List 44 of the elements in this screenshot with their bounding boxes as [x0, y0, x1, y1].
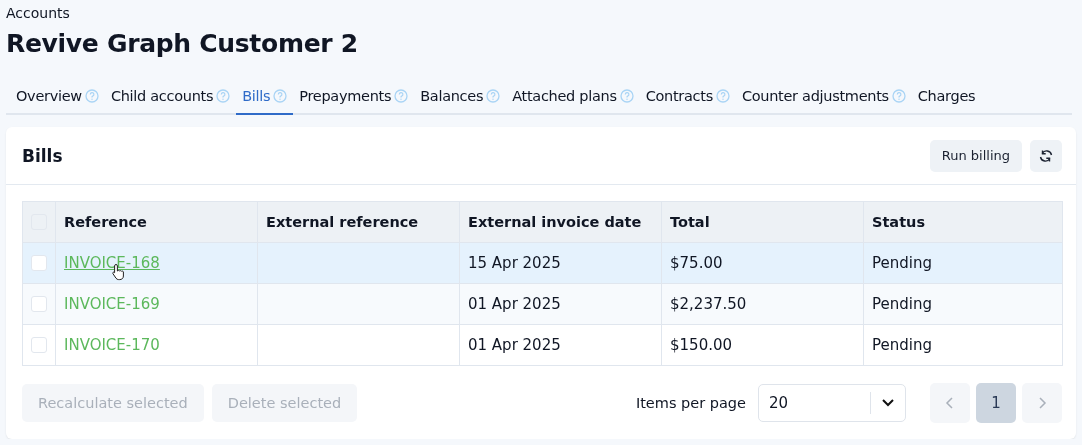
run-billing-button[interactable]: Run billing	[929, 139, 1022, 172]
page-size-select[interactable]: 20	[758, 384, 906, 422]
help-icon[interactable]	[715, 89, 730, 103]
refresh-icon	[1039, 148, 1053, 163]
tab[interactable]: Child accounts	[104, 82, 237, 115]
tab[interactable]: Bills	[236, 82, 294, 115]
help-icon[interactable]	[84, 89, 99, 103]
help-icon[interactable]	[619, 89, 634, 103]
help-icon[interactable]	[486, 89, 501, 103]
items-per-page-label: Items per page	[635, 395, 746, 411]
tab[interactable]: Contracts	[639, 82, 736, 115]
row-checkbox[interactable]	[31, 337, 47, 353]
card-title: Bills	[22, 145, 63, 166]
table-cell: $75.00	[670, 254, 723, 272]
table-cell: $2,237.50	[670, 295, 747, 313]
tab[interactable]: Charges	[911, 82, 982, 115]
page-title: Revive Graph Customer 2	[6, 28, 359, 60]
tab[interactable]: Overview	[10, 82, 105, 115]
table-cell: Pending	[872, 295, 932, 313]
help-icon[interactable]	[216, 89, 231, 103]
column-header: Status	[863, 201, 1063, 243]
help-icon[interactable]	[891, 89, 906, 103]
tab[interactable]: Prepayments	[293, 82, 415, 115]
refresh-button[interactable]	[1030, 139, 1062, 172]
tab[interactable]: Attached plans	[506, 82, 640, 115]
table-cell: 01 Apr 2025	[468, 295, 561, 313]
help-icon[interactable]	[273, 89, 288, 103]
breadcrumb-link[interactable]: Accounts	[6, 4, 1076, 22]
tab[interactable]: Balances	[414, 82, 507, 115]
column-header: Reference	[55, 201, 258, 243]
row-checkbox[interactable]	[31, 255, 47, 271]
page-button[interactable]: 1	[976, 383, 1016, 423]
column-header: Total	[661, 201, 864, 243]
table-row-highlight[interactable]: INVOICE-168 15 Apr 2025 $75.00 Pending	[22, 242, 1063, 284]
column-header: External invoice date	[459, 201, 662, 243]
tab[interactable]: Counter adjustments	[735, 82, 912, 115]
table-cell: 01 Apr 2025	[468, 336, 561, 354]
table-cell: $150.00	[670, 336, 733, 354]
row-checkbox[interactable]	[31, 296, 47, 312]
help-icon[interactable]	[394, 89, 409, 103]
table-cell: Pending	[872, 336, 932, 354]
table-cell: 15 Apr 2025	[468, 254, 561, 272]
table-cell: Pending	[872, 254, 932, 272]
column-header: External reference	[257, 201, 460, 243]
